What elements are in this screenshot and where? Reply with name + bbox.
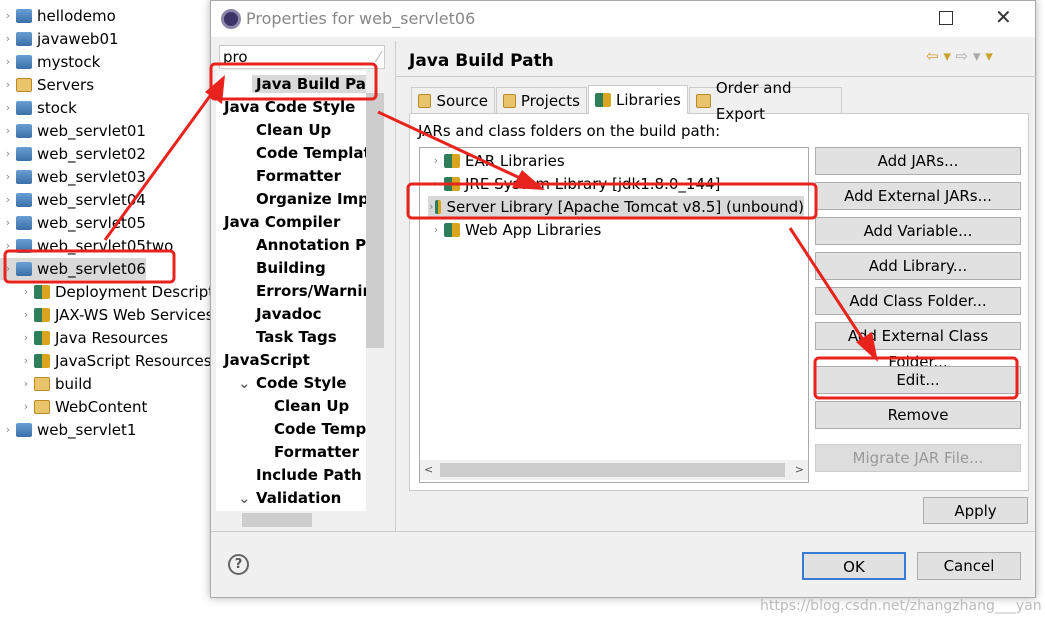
highlight-edit: [813, 356, 1019, 400]
arrow-2: [377, 110, 536, 187]
arrow-1: [103, 84, 220, 241]
annotation-overlay: [3, 62, 1019, 400]
highlight-server-library: [406, 182, 818, 220]
highlight-build-path: [209, 62, 378, 101]
arrow-3: [788, 227, 875, 356]
highlight-project: [3, 249, 176, 284]
